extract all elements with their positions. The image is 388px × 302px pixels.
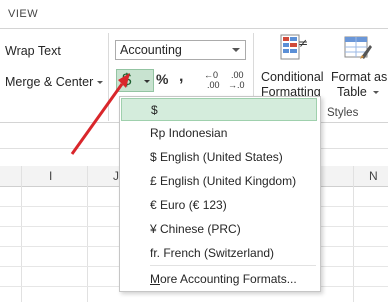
ribbon-tab-strip: VIEW: [0, 0, 388, 28]
more-label-rest: ore Accounting Formats...: [160, 272, 297, 286]
number-format-value: Accounting: [120, 43, 182, 57]
menu-item-chinese-prc[interactable]: ¥ Chinese (PRC): [120, 217, 318, 240]
chevron-down-icon: [144, 80, 150, 83]
gridline: [353, 166, 354, 302]
increase-decimal-top: ←0: [204, 70, 219, 80]
menu-item-rp-indonesian[interactable]: Rp Indonesian: [120, 121, 318, 144]
more-accounting-formats-item[interactable]: More Accounting Formats...: [120, 267, 318, 290]
menu-item-dollar[interactable]: $: [121, 98, 317, 121]
decrease-decimal-bottom: →.0: [228, 80, 245, 90]
svg-text:≠: ≠: [298, 36, 308, 50]
menu-item-label: $ English (United States): [150, 150, 283, 164]
increase-decimal-button[interactable]: ←0 .00: [204, 70, 226, 92]
percent-style-button[interactable]: %: [156, 71, 168, 87]
accelerator-key: M: [150, 272, 160, 286]
decrease-decimal-top: .00: [231, 70, 244, 80]
chevron-down-icon[interactable]: [373, 91, 379, 94]
conditional-formatting-icon[interactable]: ≠: [280, 33, 308, 63]
menu-item-english-uk[interactable]: £ English (United Kingdom): [120, 169, 318, 192]
gridline: [21, 166, 22, 302]
number-format-select[interactable]: Accounting: [115, 40, 246, 60]
column-header-i[interactable]: I: [49, 169, 52, 183]
menu-item-label: ¥ Chinese (PRC): [150, 222, 241, 236]
menu-divider: [150, 265, 316, 266]
menu-item-label: $: [151, 103, 158, 117]
format-as-table-icon[interactable]: [343, 33, 373, 63]
chevron-down-icon: [232, 48, 240, 52]
increase-decimal-bottom: .00: [207, 80, 220, 90]
styles-group-label: Styles: [327, 107, 359, 119]
wrap-text-button[interactable]: Wrap Text: [5, 44, 61, 58]
gridline: [87, 166, 88, 302]
conditional-formatting-button[interactable]: Conditional: [261, 70, 324, 84]
menu-item-label: fr. French (Switzerland): [150, 246, 275, 260]
comma-style-button[interactable]: ,: [179, 68, 183, 86]
format-as-table-label-2: Table: [337, 85, 367, 99]
menu-item-label: £ English (United Kingdom): [150, 174, 297, 188]
menu-item-label: € Euro (€ 123): [150, 198, 227, 212]
column-header-n[interactable]: N: [369, 169, 378, 183]
menu-item-label: More Accounting Formats...: [150, 272, 297, 286]
accounting-format-menu: $ Rp Indonesian $ English (United States…: [119, 96, 321, 292]
format-as-table-button[interactable]: Format as: [331, 70, 387, 84]
decrease-decimal-button[interactable]: .00 →.0: [228, 70, 250, 92]
menu-item-french-switzerland[interactable]: fr. French (Switzerland): [120, 241, 318, 264]
menu-item-english-us[interactable]: $ English (United States): [120, 145, 318, 168]
menu-item-euro[interactable]: € Euro (€ 123): [120, 193, 318, 216]
menu-item-label: Rp Indonesian: [150, 126, 228, 140]
tab-view[interactable]: VIEW: [8, 8, 38, 20]
